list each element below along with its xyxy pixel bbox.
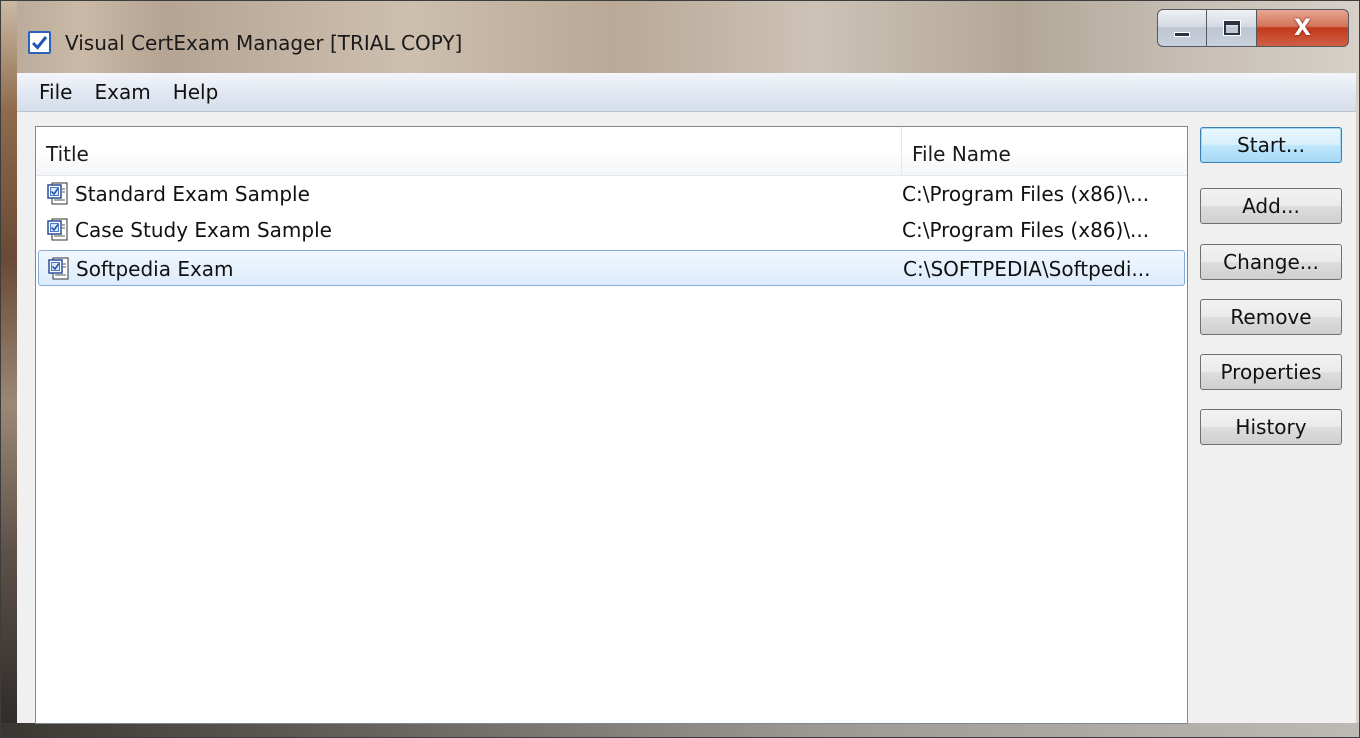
close-icon: X bbox=[1294, 15, 1311, 41]
caption-buttons: X bbox=[1157, 9, 1349, 49]
minimize-button[interactable] bbox=[1157, 9, 1207, 47]
column-header-title[interactable]: Title bbox=[36, 127, 902, 175]
column-header-file-name[interactable]: File Name bbox=[902, 127, 1187, 175]
remove-button[interactable]: Remove bbox=[1200, 299, 1342, 335]
menu-bar: File Exam Help bbox=[17, 73, 1356, 112]
close-button[interactable]: X bbox=[1257, 9, 1349, 47]
window-frame-bottom-edge bbox=[1, 723, 1359, 737]
row-file-name: C:\SOFTPEDIA\Softpedi... bbox=[903, 257, 1151, 281]
menu-file[interactable]: File bbox=[17, 73, 83, 111]
row-file-name: C:\Program Files (x86)\... bbox=[902, 218, 1150, 242]
properties-button[interactable]: Properties bbox=[1200, 354, 1342, 390]
menu-exam[interactable]: Exam bbox=[83, 73, 161, 111]
window-frame-left-edge bbox=[1, 1, 17, 737]
change-button[interactable]: Change... bbox=[1200, 244, 1342, 280]
title-bar[interactable]: Visual CertExam Manager [TRIAL COPY] X bbox=[1, 1, 1359, 71]
history-button[interactable]: History bbox=[1200, 409, 1342, 445]
list-row[interactable]: Standard Exam Sample C:\Program Files (x… bbox=[38, 176, 1185, 212]
row-title: Case Study Exam Sample bbox=[75, 218, 332, 242]
list-row[interactable]: Case Study Exam Sample C:\Program Files … bbox=[38, 212, 1185, 248]
row-title: Softpedia Exam bbox=[76, 257, 234, 281]
client-area: Title File Name Standard Exam Sample C:\… bbox=[17, 112, 1356, 724]
exam-document-icon bbox=[47, 218, 68, 241]
start-button[interactable]: Start... bbox=[1200, 127, 1342, 163]
maximize-icon bbox=[1222, 20, 1241, 36]
maximize-button[interactable] bbox=[1207, 9, 1257, 47]
list-row-selected[interactable]: Softpedia Exam C:\SOFTPEDIA\Softpedi... bbox=[38, 250, 1185, 286]
exam-list[interactable]: Title File Name Standard Exam Sample C:\… bbox=[35, 126, 1188, 724]
exam-document-icon bbox=[47, 182, 68, 205]
exam-document-icon bbox=[48, 257, 69, 280]
add-button[interactable]: Add... bbox=[1200, 188, 1342, 224]
row-title: Standard Exam Sample bbox=[75, 182, 310, 206]
app-checkbox-icon[interactable] bbox=[28, 31, 51, 54]
app-window: Visual CertExam Manager [TRIAL COPY] X F… bbox=[0, 0, 1360, 738]
list-header: Title File Name bbox=[36, 127, 1187, 176]
menu-help[interactable]: Help bbox=[162, 73, 230, 111]
window-title: Visual CertExam Manager [TRIAL COPY] bbox=[65, 31, 463, 55]
row-file-name: C:\Program Files (x86)\... bbox=[902, 182, 1150, 206]
minimize-icon bbox=[1174, 31, 1190, 37]
